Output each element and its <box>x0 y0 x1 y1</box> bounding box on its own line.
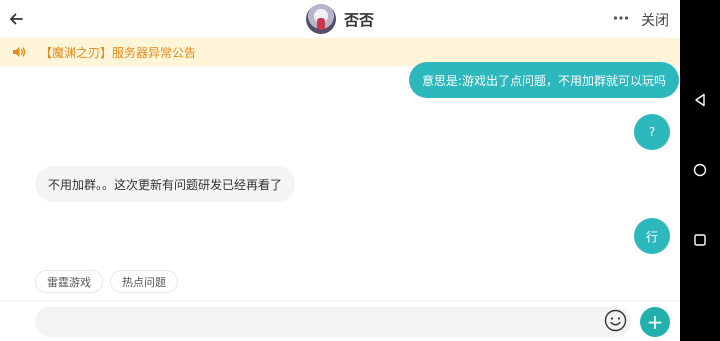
system-home-button[interactable] <box>692 162 708 178</box>
message-input[interactable] <box>35 307 631 337</box>
system-back-button[interactable] <box>692 92 708 108</box>
notice-text[interactable]: 【魔渊之刃】服务器异常公告 <box>40 44 196 61</box>
emoji-smile-icon <box>604 309 627 332</box>
message-bubble-outgoing: ? <box>634 114 670 150</box>
plus-icon: + <box>646 310 664 334</box>
emoji-button[interactable] <box>604 309 627 332</box>
top-navbar: 否否 关闭 <box>0 0 680 38</box>
quick-reply-hot-questions[interactable]: 热点问题 <box>110 270 178 293</box>
more-dots-icon <box>613 16 629 20</box>
more-button[interactable] <box>610 8 632 28</box>
add-attachment-button[interactable]: + <box>640 307 670 337</box>
back-button[interactable] <box>4 7 28 31</box>
avatar[interactable] <box>306 4 336 34</box>
triangle-back-icon <box>695 93 705 107</box>
system-navigation-bar <box>680 0 720 341</box>
circle-home-icon <box>693 163 707 177</box>
message-bubble-outgoing: 意思是:游戏出了点问题，不用加群就可以玩吗 <box>409 62 680 98</box>
chat-header: 否否 <box>306 3 374 35</box>
square-recents-icon <box>694 234 706 246</box>
close-button[interactable]: 关闭 <box>641 10 669 30</box>
message-bubble-outgoing: 行 <box>634 218 670 254</box>
chat-screen: 否否 关闭 【魔渊之刃】服务器异常公告 意思是:游戏出了点问题，不用加群就可以玩… <box>0 0 680 341</box>
quick-reply-leiting-games[interactable]: 雷霆游戏 <box>35 270 103 293</box>
arrow-left-icon <box>10 13 23 25</box>
speaker-icon <box>12 45 26 59</box>
system-recents-button[interactable] <box>692 232 708 248</box>
chat-title: 否否 <box>344 10 375 29</box>
message-input-bar: + <box>0 300 680 341</box>
message-bubble-incoming: 不用加群。。这次更新有问题研发已经再看了 <box>35 166 296 202</box>
